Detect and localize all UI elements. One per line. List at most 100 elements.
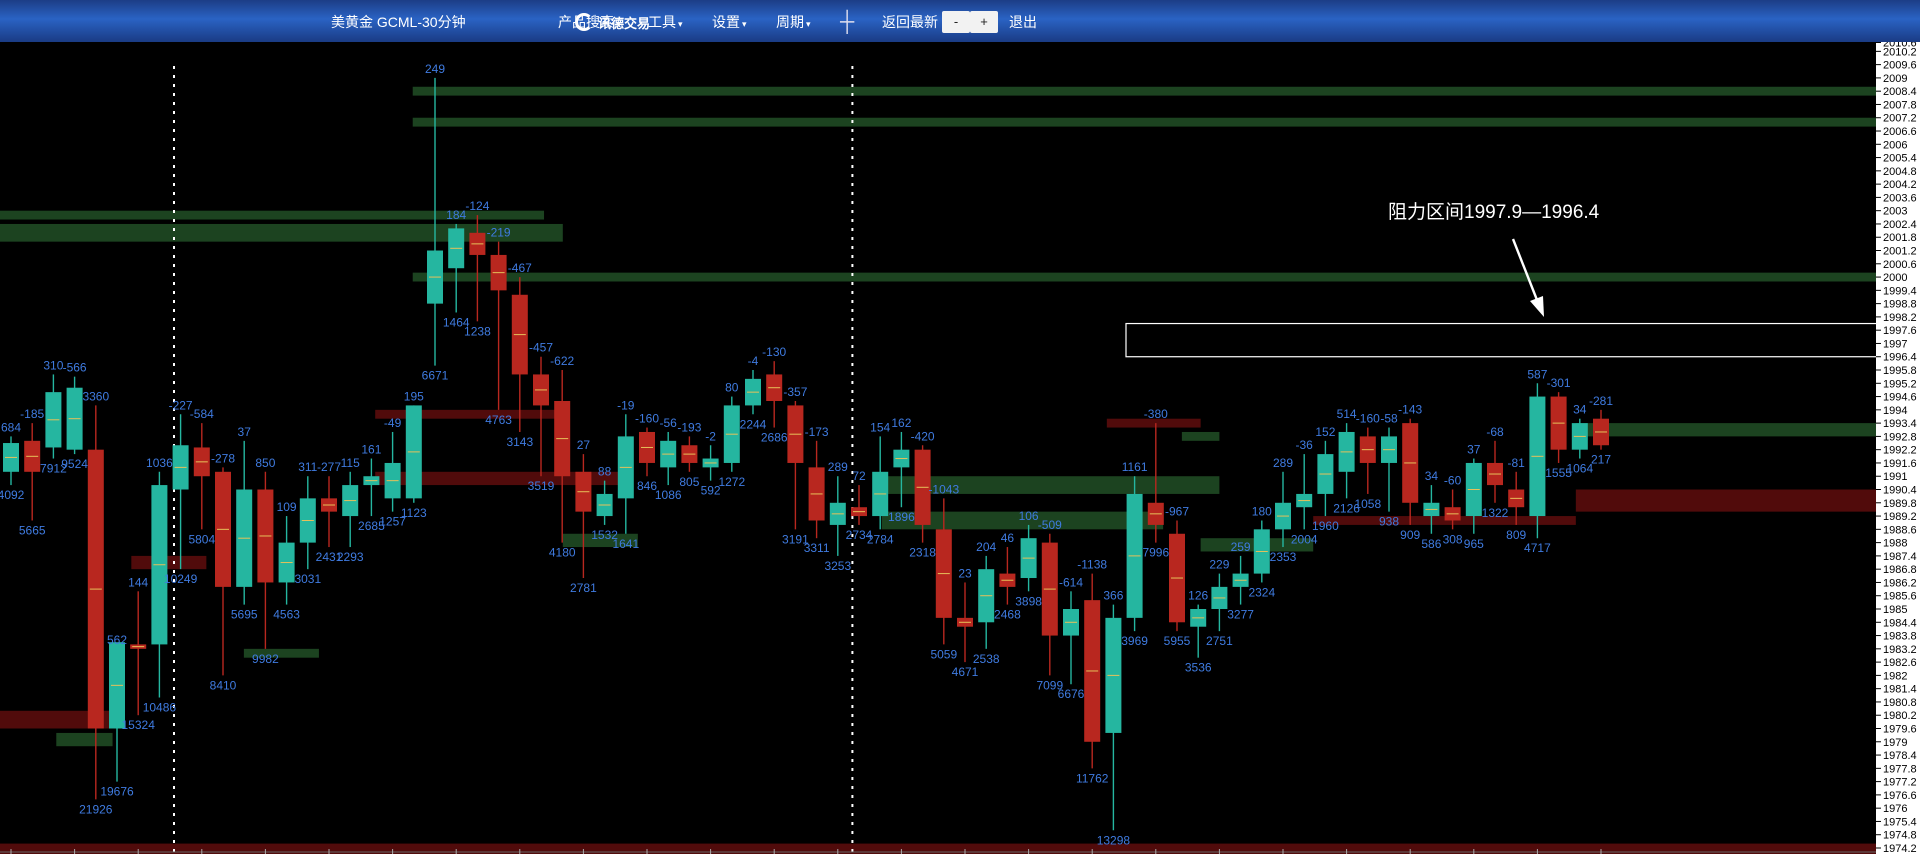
volume-delta-label: -68 — [1486, 425, 1504, 439]
volume-delta-label: 144 — [128, 575, 148, 589]
volume-delta-label: 229 — [1209, 558, 1229, 572]
price-tick-label: 1991 — [1883, 471, 1907, 483]
volume-delta-label: 3360 — [82, 389, 109, 403]
volume-total-label: 3519 — [528, 479, 555, 493]
price-tick-label: 2000 — [1883, 272, 1907, 284]
chevron-down-icon: ▾ — [678, 19, 683, 29]
volume-delta-label: 154 — [870, 420, 890, 434]
price-tick-label: 1974.8 — [1883, 830, 1917, 842]
volume-delta-label: 34 — [1425, 469, 1439, 483]
back-to-latest-button[interactable]: 返回最新 — [882, 0, 938, 42]
period-menu[interactable]: 周期 ▾ — [776, 0, 811, 42]
volume-zone — [1181, 431, 1220, 441]
volume-total-label: 1960 — [1312, 519, 1339, 533]
volume-total-label: 1086 — [655, 488, 682, 502]
volume-delta-label: 23 — [958, 566, 972, 580]
volume-delta-label: 162 — [891, 416, 911, 430]
volume-total-label: 8410 — [210, 678, 237, 692]
volume-total-label: 1322 — [1482, 506, 1509, 520]
volume-delta-label: -2 — [705, 429, 716, 443]
volume-delta-label: 514 — [1337, 407, 1357, 421]
volume-delta-label: -160 — [635, 412, 659, 426]
price-tick-label: 2008.4 — [1883, 86, 1917, 98]
volume-delta-label: -160 — [1356, 412, 1380, 426]
price-tick-label: 1994 — [1883, 405, 1907, 417]
price-tick-label: 1978.4 — [1883, 750, 1917, 762]
toolbar: 美黄金 GCML-30分钟 讯德交易 产品搜索 ▾ 工具 ▾ 设置 ▾ 周期 ▾ ┼ 返… — [0, 0, 1920, 42]
volume-delta-label: -584 — [190, 407, 214, 421]
resistance-annotation: 阻力区间1997.9—1996.4 — [1388, 201, 1600, 223]
volume-zone — [412, 86, 1877, 96]
volume-delta-label: 1161 — [1122, 460, 1148, 474]
volume-delta-label: -467 — [508, 261, 532, 275]
volume-delta-label: -193 — [677, 420, 701, 434]
price-tick-label: 2009 — [1883, 73, 1907, 85]
volume-delta-label: -36 — [1296, 438, 1314, 452]
settings-menu[interactable]: 设置 ▾ — [712, 0, 747, 42]
volume-delta-label: -1138 — [1077, 558, 1107, 572]
price-tick-label: 1979 — [1883, 737, 1907, 749]
volume-zone — [375, 409, 563, 419]
price-tick-label: 1986.8 — [1883, 564, 1917, 576]
volume-total-label: 1123 — [401, 506, 427, 520]
crosshair-icon[interactable]: ┼ — [840, 0, 854, 42]
volume-delta-label: -143 — [1398, 403, 1422, 417]
price-tick-label: 2001.2 — [1883, 246, 1917, 258]
price-tick-label: 2007.2 — [1883, 113, 1917, 125]
product-search-label: 产品搜索 — [558, 14, 614, 30]
volume-total-label: 11762 — [1076, 771, 1109, 785]
volume-total-label: 4671 — [952, 665, 979, 679]
volume-delta-label: 1036 — [146, 456, 173, 470]
price-tick-label: 1990.4 — [1883, 485, 1917, 497]
zoom-in-button[interactable]: + — [970, 11, 998, 33]
price-tick-label: 1995.2 — [1883, 378, 1917, 390]
candlestick-chart[interactable]: 6844092-18556653107912-56695243360219265… — [0, 42, 1920, 854]
volume-total-label: 3898 — [1015, 594, 1042, 608]
volume-total-label: 21926 — [79, 802, 113, 816]
tools-label: 工具 — [648, 14, 676, 30]
price-tick-label: 1977.2 — [1883, 777, 1917, 789]
price-tick-label: 1998.8 — [1883, 299, 1917, 311]
price-tick-label: 1992.2 — [1883, 445, 1917, 457]
price-tick-label: 2007.8 — [1883, 99, 1917, 111]
volume-total-label: 10249 — [164, 572, 198, 586]
volume-delta-label: 46 — [1001, 531, 1015, 545]
volume-delta-label: -277 — [317, 460, 341, 474]
volume-total-label: 4092 — [0, 488, 25, 502]
volume-total-label: 586 — [1421, 537, 1441, 551]
volume-total-label: 805 — [679, 475, 699, 489]
period-label: 周期 — [776, 14, 804, 30]
annotation-arrowhead — [1530, 296, 1544, 317]
price-tick-label: 1979.6 — [1883, 724, 1917, 736]
price-tick-label: 1989.2 — [1883, 511, 1917, 523]
volume-delta-label: 289 — [828, 460, 848, 474]
price-tick-label: 2010.2 — [1883, 46, 1917, 58]
exit-button[interactable]: 退出 — [1009, 0, 1037, 42]
volume-total-label: 4763 — [485, 413, 512, 427]
tools-menu[interactable]: 工具 ▾ — [648, 0, 683, 42]
chevron-down-icon: ▾ — [742, 19, 747, 29]
volume-total-label: 15324 — [122, 718, 156, 732]
volume-total-label: 217 — [1591, 453, 1611, 467]
price-tick-label: 2003 — [1883, 206, 1907, 218]
volume-delta-label: -130 — [762, 345, 786, 359]
volume-delta-label: 109 — [277, 500, 297, 514]
price-tick-label: 1997.6 — [1883, 325, 1917, 337]
price-tick-label: 1974.2 — [1883, 843, 1917, 854]
volume-total-label: 909 — [1400, 528, 1420, 542]
volume-total-label: 3969 — [1121, 634, 1148, 648]
volume-delta-label: 587 — [1527, 367, 1547, 381]
volume-delta-label: -509 — [1038, 518, 1062, 532]
volume-delta-label: 106 — [1019, 509, 1039, 523]
volume-delta-label: -301 — [1547, 376, 1571, 390]
volume-delta-label: -614 — [1059, 575, 1083, 589]
volume-total-label: 3253 — [824, 559, 851, 573]
chevron-down-icon: ▾ — [806, 19, 811, 29]
price-tick-label: 2006 — [1883, 139, 1907, 151]
zoom-out-button[interactable]: - — [942, 11, 970, 33]
product-search-menu[interactable]: 产品搜索 ▾ — [558, 0, 621, 42]
volume-zone — [412, 117, 1877, 127]
volume-delta-label: 366 — [1103, 589, 1123, 603]
volume-total-label: 2538 — [973, 652, 1000, 666]
volume-total-label: 5059 — [930, 647, 957, 661]
